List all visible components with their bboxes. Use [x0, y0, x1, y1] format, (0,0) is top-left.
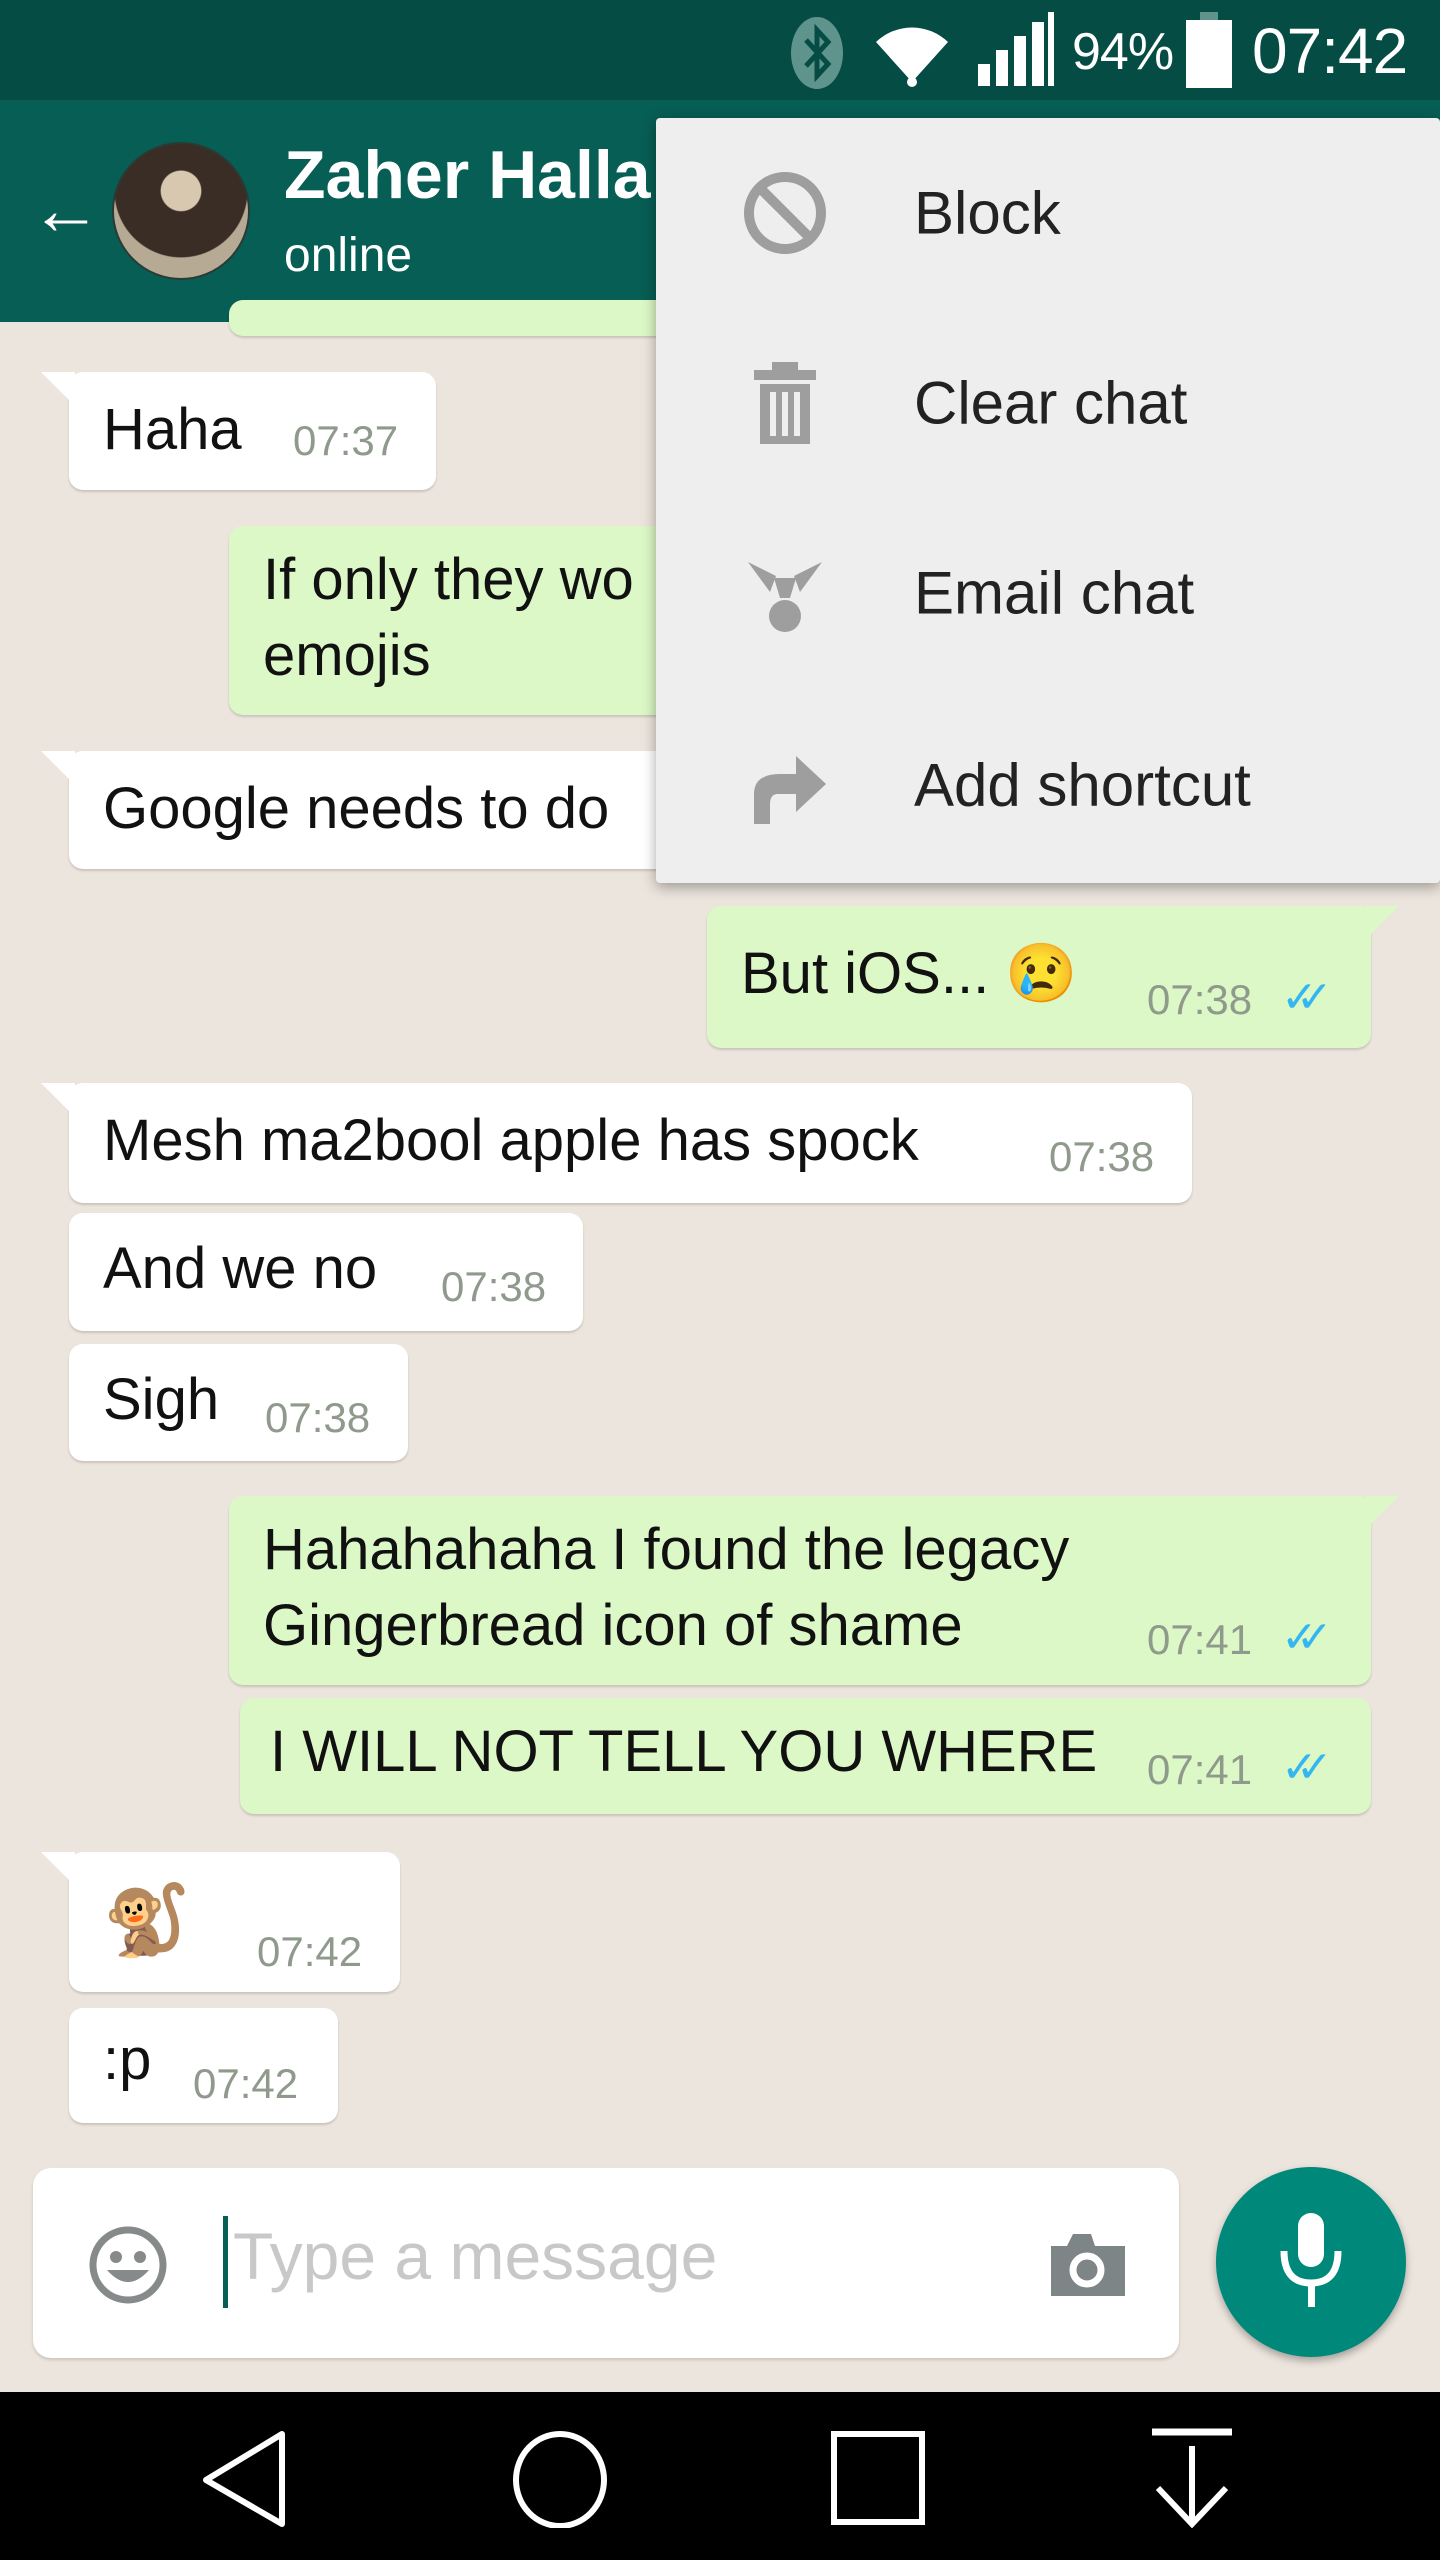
avatar[interactable]: [112, 142, 250, 280]
message-text: :p: [103, 2027, 152, 2092]
message-text: But iOS... 😢: [741, 941, 1078, 1006]
microphone-icon: [1280, 2213, 1342, 2307]
message-time: 07:41: [1147, 1746, 1253, 1793]
message-time: 07:38: [441, 1263, 547, 1310]
message-time: 07:38: [1147, 976, 1253, 1023]
emoji-icon[interactable]: [87, 2224, 169, 2306]
clock: 07:42: [1252, 15, 1408, 87]
message-time: 07:41: [1147, 1616, 1253, 1663]
mic-button[interactable]: [1216, 2167, 1406, 2357]
menu-item-label: Block: [914, 179, 1061, 247]
message-composer[interactable]: Type a message: [33, 2168, 1179, 2358]
back-arrow-icon[interactable]: ←: [30, 174, 102, 246]
message-text: Haha: [103, 397, 242, 462]
message-bubble-partial: [229, 300, 669, 336]
message-emoji: 🐒: [103, 1881, 191, 1959]
message-text: Google needs to do: [103, 776, 610, 841]
menu-item-block[interactable]: Block: [656, 118, 1440, 308]
message-bubble[interactable]: Sigh 07:38: [69, 1344, 408, 1461]
menu-item-email-chat[interactable]: Email chat: [656, 498, 1440, 688]
battery-percent: 94%: [1072, 23, 1174, 81]
contact-name[interactable]: Zaher Halla: [284, 136, 651, 214]
trash-icon: [754, 362, 816, 444]
message-text: emojis: [263, 623, 431, 688]
text-cursor: [223, 2216, 228, 2308]
message-bubble[interactable]: Hahahahaha I found the legacy Gingerbrea…: [229, 1496, 1399, 1685]
message-bubble[interactable]: But iOS... 😢 07:38 ✓✓: [707, 906, 1399, 1048]
message-bubble[interactable]: 🐒 07:42: [41, 1852, 400, 1992]
bluetooth-icon: [791, 17, 843, 89]
menu-item-add-shortcut[interactable]: Add shortcut: [656, 690, 1440, 880]
message-bubble[interactable]: Mesh ma2bool apple has spock 07:38: [41, 1083, 1192, 1203]
email-chat-icon: [748, 562, 822, 632]
camera-icon[interactable]: [1045, 2230, 1129, 2300]
message-input[interactable]: Type a message: [233, 2218, 717, 2294]
menu-item-label: Add shortcut: [914, 751, 1251, 819]
overflow-menu: Block Clear chat Email chat Add shortcut: [656, 118, 1440, 883]
recents-nav-icon[interactable]: [828, 2428, 928, 2528]
contact-status: online: [284, 229, 413, 282]
message-text: If only they wo: [263, 547, 634, 612]
message-text: I WILL NOT TELL YOU WHERE: [270, 1719, 1098, 1784]
navigation-bar: [0, 2392, 1440, 2560]
message-time: 07:42: [193, 2060, 299, 2107]
message-time: 07:38: [1049, 1133, 1155, 1180]
shortcut-arrow-icon: [754, 756, 826, 824]
message-time: 07:37: [293, 417, 399, 464]
message-time: 07:42: [257, 1928, 363, 1975]
message-time: 07:38: [265, 1394, 371, 1441]
menu-item-label: Clear chat: [914, 369, 1188, 437]
read-receipt-icon: ✓✓: [1281, 1613, 1333, 1662]
menu-item-clear-chat[interactable]: Clear chat: [656, 308, 1440, 498]
status-bar: 94% 07:42: [0, 0, 1440, 100]
home-nav-icon[interactable]: [510, 2428, 610, 2528]
wifi-icon: [876, 27, 948, 87]
message-bubble[interactable]: I WILL NOT TELL YOU WHERE 07:41 ✓✓: [240, 1698, 1371, 1814]
message-text: And we no: [103, 1236, 378, 1301]
message-bubble[interactable]: And we no 07:38: [69, 1213, 583, 1331]
notification-pulldown-icon[interactable]: [1146, 2428, 1246, 2528]
message-text: Gingerbread icon of shame: [263, 1593, 963, 1658]
block-icon: [744, 172, 826, 254]
back-nav-icon[interactable]: [196, 2428, 296, 2528]
battery-icon: [1186, 12, 1232, 88]
message-text: Hahahahaha I found the legacy: [263, 1517, 1070, 1582]
read-receipt-icon: ✓✓: [1281, 973, 1333, 1022]
message-text: Mesh ma2bool apple has spock: [103, 1108, 919, 1173]
read-receipt-icon: ✓✓: [1281, 1743, 1333, 1792]
signal-icon: [978, 12, 1054, 86]
message-bubble[interactable]: :p 07:42: [69, 2008, 338, 2123]
message-text: Sigh: [103, 1367, 220, 1432]
message-bubble[interactable]: Haha 07:37: [41, 372, 436, 490]
menu-item-label: Email chat: [914, 559, 1195, 627]
